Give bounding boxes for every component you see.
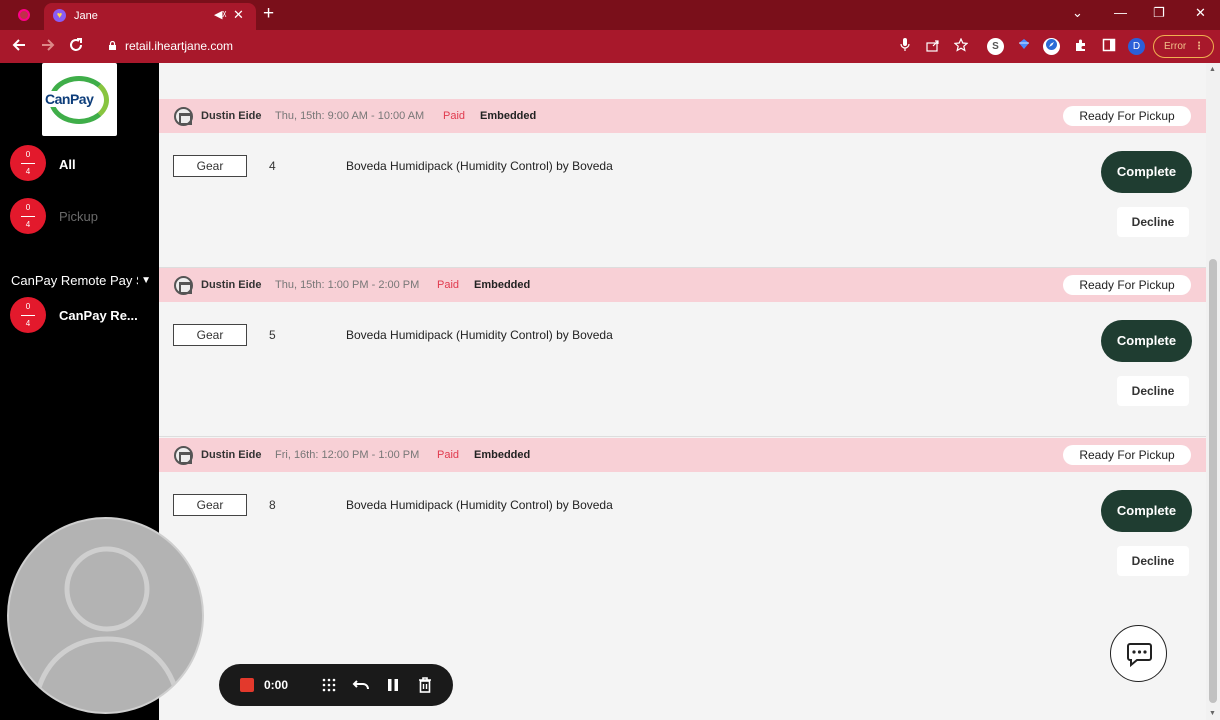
product-quantity: 5 [269, 328, 276, 342]
order-source: Embedded [480, 110, 537, 122]
product-category-tag: Gear [173, 324, 247, 346]
order-card: Dustin Eide Thu, 15th: 1:00 PM - 2:00 PM… [159, 268, 1206, 438]
order-status-dropdown[interactable]: Ready For Pickup [1063, 106, 1191, 126]
error-label: Error [1164, 41, 1187, 52]
pickup-time-slot: Fri, 16th: 12:00 PM - 1:00 PM [275, 449, 420, 461]
browser-tab-strip: ♥ Jane ◀ᵡ ✕ + ⌄ — ❐ ✕ [0, 0, 1220, 30]
forward-arrow-icon[interactable] [40, 37, 56, 58]
microphone-icon[interactable] [896, 38, 913, 55]
undo-icon[interactable] [351, 675, 371, 695]
reload-icon[interactable] [68, 37, 84, 58]
new-tab-button[interactable]: + [263, 3, 274, 25]
sidebar-section-label: CanPay Remote Pay S [11, 273, 145, 288]
bookmark-star-icon[interactable] [952, 37, 969, 55]
sidebar-item-all[interactable]: All [59, 157, 76, 172]
profile-avatar[interactable]: D [1128, 38, 1145, 55]
user-silhouette-icon [34, 546, 180, 695]
decline-button[interactable]: Decline [1117, 546, 1189, 576]
order-status-dropdown[interactable]: Ready For Pickup [1063, 445, 1191, 465]
window-maximize-button[interactable]: ❐ [1153, 5, 1165, 21]
payment-status: Paid [437, 279, 460, 291]
webcam-avatar-placeholder [7, 517, 204, 714]
extensions-puzzle-icon[interactable] [1072, 38, 1089, 55]
tab-audio-muted-icon[interactable]: ◀ᵡ [214, 8, 226, 21]
chat-support-button[interactable] [1110, 625, 1167, 682]
tab-search-chevron-down-icon[interactable]: ⌄ [1072, 5, 1083, 21]
pickup-time-slot: Thu, 15th: 9:00 AM - 10:00 AM [275, 110, 425, 122]
complete-button[interactable]: Complete [1101, 151, 1192, 193]
share-icon[interactable] [924, 38, 941, 55]
product-quantity: 4 [269, 159, 276, 173]
orders-panel: Dustin Eide Thu, 15th: 9:00 AM - 10:00 A… [159, 63, 1206, 720]
order-header: Dustin Eide Thu, 15th: 1:00 PM - 2:00 PM… [159, 268, 1206, 302]
recording-timer: 0:00 [264, 678, 289, 692]
order-list-top-strip [159, 63, 1206, 99]
sidebar-item-canpay-remote[interactable]: CanPay Re... [59, 308, 138, 323]
product-category-tag: Gear [173, 155, 247, 177]
lock-icon[interactable] [108, 41, 117, 50]
recording-indicator-icon [18, 9, 30, 21]
caret-down-icon: ▼ [138, 273, 151, 288]
product-name: Boveda Humidipack (Humidity Control) by … [346, 159, 613, 173]
sidebar-item-canpay-count-badge: 0 4 [10, 297, 46, 333]
screen-recorder-toolbar: 0:00 [219, 664, 453, 706]
sidebar-section-canpay-remote-pay[interactable]: CanPay Remote Pay S ▼ [11, 273, 151, 288]
decline-button[interactable]: Decline [1117, 207, 1189, 237]
payment-status: Paid [443, 110, 466, 122]
complete-button[interactable]: Complete [1101, 320, 1192, 362]
customer-name[interactable]: Dustin Eide [201, 279, 262, 291]
browser-toolbar: retail.iheartjane.com S D Error ⋮ [0, 30, 1220, 63]
back-arrow-icon[interactable] [11, 37, 27, 58]
customer-name[interactable]: Dustin Eide [201, 449, 262, 461]
pickup-time-slot: Thu, 15th: 1:00 PM - 2:00 PM [275, 279, 420, 291]
order-card: Dustin Eide Thu, 15th: 9:00 AM - 10:00 A… [159, 99, 1206, 269]
sidebar-item-all-count-badge: 0 4 [10, 145, 46, 181]
product-quantity: 8 [269, 498, 276, 512]
product-category-tag: Gear [173, 494, 247, 516]
sidebar-item-pickup-count-badge: 0 4 [10, 198, 46, 234]
window-close-button[interactable]: ✕ [1195, 5, 1206, 21]
trash-icon[interactable] [415, 675, 435, 695]
pause-icon[interactable] [383, 675, 403, 695]
order-header: Dustin Eide Fri, 16th: 12:00 PM - 1:00 P… [159, 438, 1206, 472]
store-icon [174, 446, 193, 465]
sidebar-item-pickup[interactable]: Pickup [59, 209, 98, 224]
order-source: Embedded [474, 449, 531, 461]
tab-close-icon[interactable]: ✕ [233, 7, 244, 23]
grid-dots-icon[interactable] [319, 675, 339, 695]
order-header: Dustin Eide Thu, 15th: 9:00 AM - 10:00 A… [159, 99, 1206, 133]
side-panel-icon[interactable] [1100, 38, 1117, 55]
product-name: Boveda Humidipack (Humidity Control) by … [346, 328, 613, 342]
order-status-dropdown[interactable]: Ready For Pickup [1063, 275, 1191, 295]
extension-compass-icon[interactable] [1043, 38, 1060, 55]
order-card: Dustin Eide Fri, 16th: 12:00 PM - 1:00 P… [159, 438, 1206, 608]
extension-s-icon[interactable]: S [987, 38, 1004, 55]
page-scrollbar[interactable]: ▲ ▼ [1206, 63, 1220, 720]
canpay-logo-text: CanPay [44, 91, 95, 107]
product-name: Boveda Humidipack (Humidity Control) by … [346, 498, 613, 512]
tab-title: Jane [74, 10, 98, 22]
scroll-down-arrow-icon[interactable]: ▼ [1209, 710, 1216, 717]
store-icon [174, 276, 193, 295]
extension-diamond-icon[interactable] [1015, 38, 1032, 55]
store-icon [174, 107, 193, 126]
decline-button[interactable]: Decline [1117, 376, 1189, 406]
scroll-up-arrow-icon[interactable]: ▲ [1209, 66, 1216, 73]
browser-tab-jane[interactable]: ♥ Jane ◀ᵡ ✕ [44, 3, 256, 30]
browser-error-button[interactable]: Error ⋮ [1153, 35, 1214, 58]
browser-menu-icon[interactable]: ⋮ [1194, 36, 1204, 57]
customer-name[interactable]: Dustin Eide [201, 110, 262, 122]
payment-status: Paid [437, 449, 460, 461]
scrollbar-thumb[interactable] [1209, 259, 1217, 703]
chat-bubble-icon [1127, 643, 1152, 668]
order-source: Embedded [474, 279, 531, 291]
address-bar-url[interactable]: retail.iheartjane.com [125, 39, 233, 53]
complete-button[interactable]: Complete [1101, 490, 1192, 532]
canpay-logo: CanPay [42, 63, 117, 136]
stop-recording-button[interactable] [240, 678, 254, 692]
jane-heart-favicon-icon: ♥ [53, 9, 66, 22]
window-minimize-button[interactable]: — [1114, 5, 1127, 20]
order-divider [159, 436, 1206, 437]
